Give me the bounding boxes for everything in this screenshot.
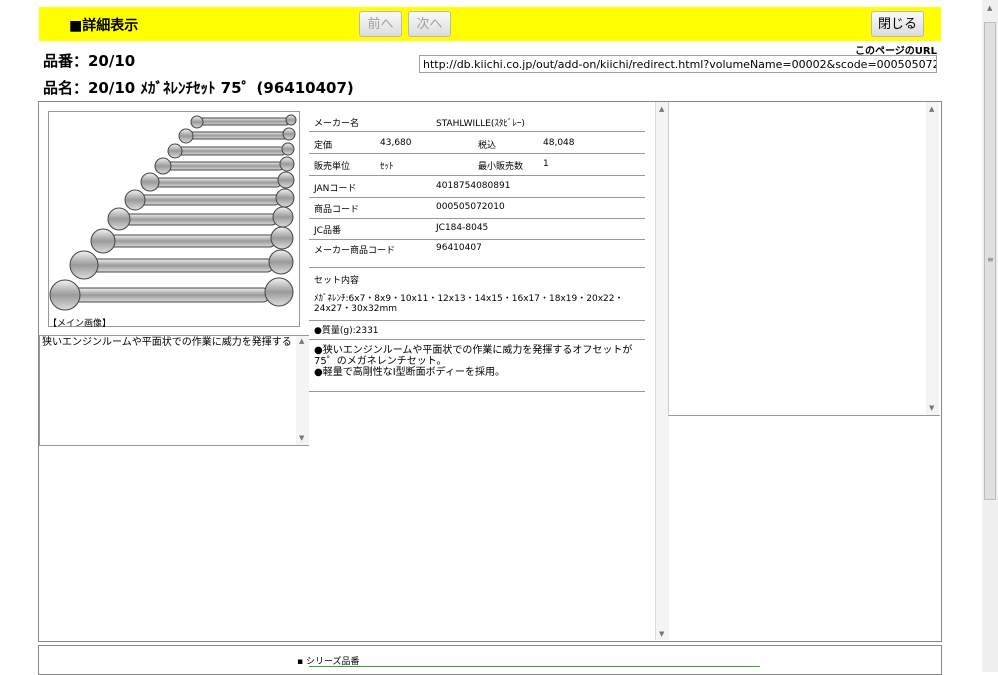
scroll-down-icon[interactable]: ▼ xyxy=(659,630,664,638)
tax-label: 税込 xyxy=(478,141,497,151)
spec-row-maker-code: メーカー商品コード 96410407 xyxy=(309,240,645,268)
set-content: ﾒｶﾞﾈﾚﾝﾁ:6x7・8x9・10x11・12x13・14x15・16x17・… xyxy=(314,294,624,314)
close-button[interactable]: 閉じる xyxy=(871,11,924,37)
jc-value: JC184-8045 xyxy=(436,223,489,233)
description-box[interactable]: 狭いエンジンルームや平面状での作業に威力を発揮する ▲ ▼ xyxy=(39,335,309,446)
right-frame-scrollbar[interactable]: ▲ ▼ xyxy=(926,102,939,415)
prev-button[interactable]: 前へ xyxy=(359,11,402,37)
header-bar: ■詳細表示 前へ 次へ 閉じる xyxy=(39,7,941,41)
series-frame xyxy=(38,645,942,675)
scroll-down-icon[interactable]: ▼ xyxy=(299,434,304,442)
scroll-up-icon[interactable]: ▲ xyxy=(929,105,934,113)
price-value: 43,680 xyxy=(380,138,412,148)
unit-value: ｾｯﾄ xyxy=(380,162,394,172)
spec-row-set: セット内容 ﾒｶﾞﾈﾚﾝﾁ:6x7・8x9・10x11・12x13・14x15・… xyxy=(309,268,645,321)
next-button[interactable]: 次へ xyxy=(408,11,451,37)
spec-row-maker: メーカー名 STAHLWILLE(ｽﾀﾋﾞﾚｰ) xyxy=(309,111,645,132)
product-name: 品名：20/10 ﾒｶﾞﾈﾚﾝﾁｾｯﾄ 75゜(96410407) xyxy=(43,79,354,97)
unit-label: 販売単位 xyxy=(314,162,351,172)
description-text: 狭いエンジンルームや平面状での作業に威力を発揮する xyxy=(42,337,292,348)
scroll-up-icon[interactable]: ▲ xyxy=(659,105,664,113)
spec-row-code: 商品コード 000505072010 xyxy=(309,198,645,219)
spec-row-features: ●狭いエンジンルームや平面状での作業に威力を発揮するオフセットが75゜のメガネレ… xyxy=(309,340,645,392)
maker-value: STAHLWILLE(ｽﾀﾋﾞﾚｰ) xyxy=(436,119,525,129)
spec-row-weight: ●質量(g):2331 xyxy=(309,321,645,340)
price-label: 定価 xyxy=(314,141,333,151)
min-label: 最小販売数 xyxy=(478,162,524,172)
spec-scrollbar[interactable]: ▲ ▼ xyxy=(655,102,669,640)
image-caption: 【メイン画像】 xyxy=(48,319,112,329)
scroll-up-icon[interactable]: ▲ xyxy=(987,4,992,12)
right-upper-frame xyxy=(668,102,940,416)
code-value: 000505072010 xyxy=(436,202,505,212)
jc-label: JC品番 xyxy=(314,226,341,236)
wrench-set-image xyxy=(49,114,297,311)
page-title: ■詳細表示 xyxy=(69,18,139,34)
product-number: 品番：20/10 xyxy=(43,52,136,70)
spec-row-price: 定価 43,680 税込 48,048 xyxy=(309,132,645,154)
scroll-down-icon[interactable]: ▼ xyxy=(929,404,934,412)
page-url-field[interactable]: http://db.kiichi.co.jp/out/add-on/kiichi… xyxy=(419,55,937,73)
jan-value: 4018754080891 xyxy=(436,181,511,191)
page-scroll-thumb[interactable]: ≡ xyxy=(984,22,996,500)
maker-code-value: 96410407 xyxy=(436,243,482,253)
tax-value: 48,048 xyxy=(543,138,575,148)
code-label: 商品コード xyxy=(314,205,360,215)
features-text: ●狭いエンジンルームや平面状での作業に威力を発揮するオフセットが75゜のメガネレ… xyxy=(314,345,633,378)
series-table-border xyxy=(309,666,760,667)
maker-label: メーカー名 xyxy=(314,119,360,129)
jan-label: JANコード xyxy=(314,184,357,194)
set-label: セット内容 xyxy=(314,276,360,286)
maker-code-label: メーカー商品コード xyxy=(314,246,396,256)
spec-row-jc: JC品番 JC184-8045 xyxy=(309,219,645,240)
main-image xyxy=(48,111,300,327)
scroll-up-icon[interactable]: ▲ xyxy=(299,337,304,345)
description-scrollbar[interactable]: ▲ ▼ xyxy=(296,336,309,445)
spec-row-jan: JANコード 4018754080891 xyxy=(309,176,645,198)
spec-row-unit: 販売単位 ｾｯﾄ 最小販売数 1 xyxy=(309,154,645,176)
grip-icon: ≡ xyxy=(987,255,994,264)
weight-value: ●質量(g):2331 xyxy=(314,326,379,336)
min-value: 1 xyxy=(543,159,549,169)
